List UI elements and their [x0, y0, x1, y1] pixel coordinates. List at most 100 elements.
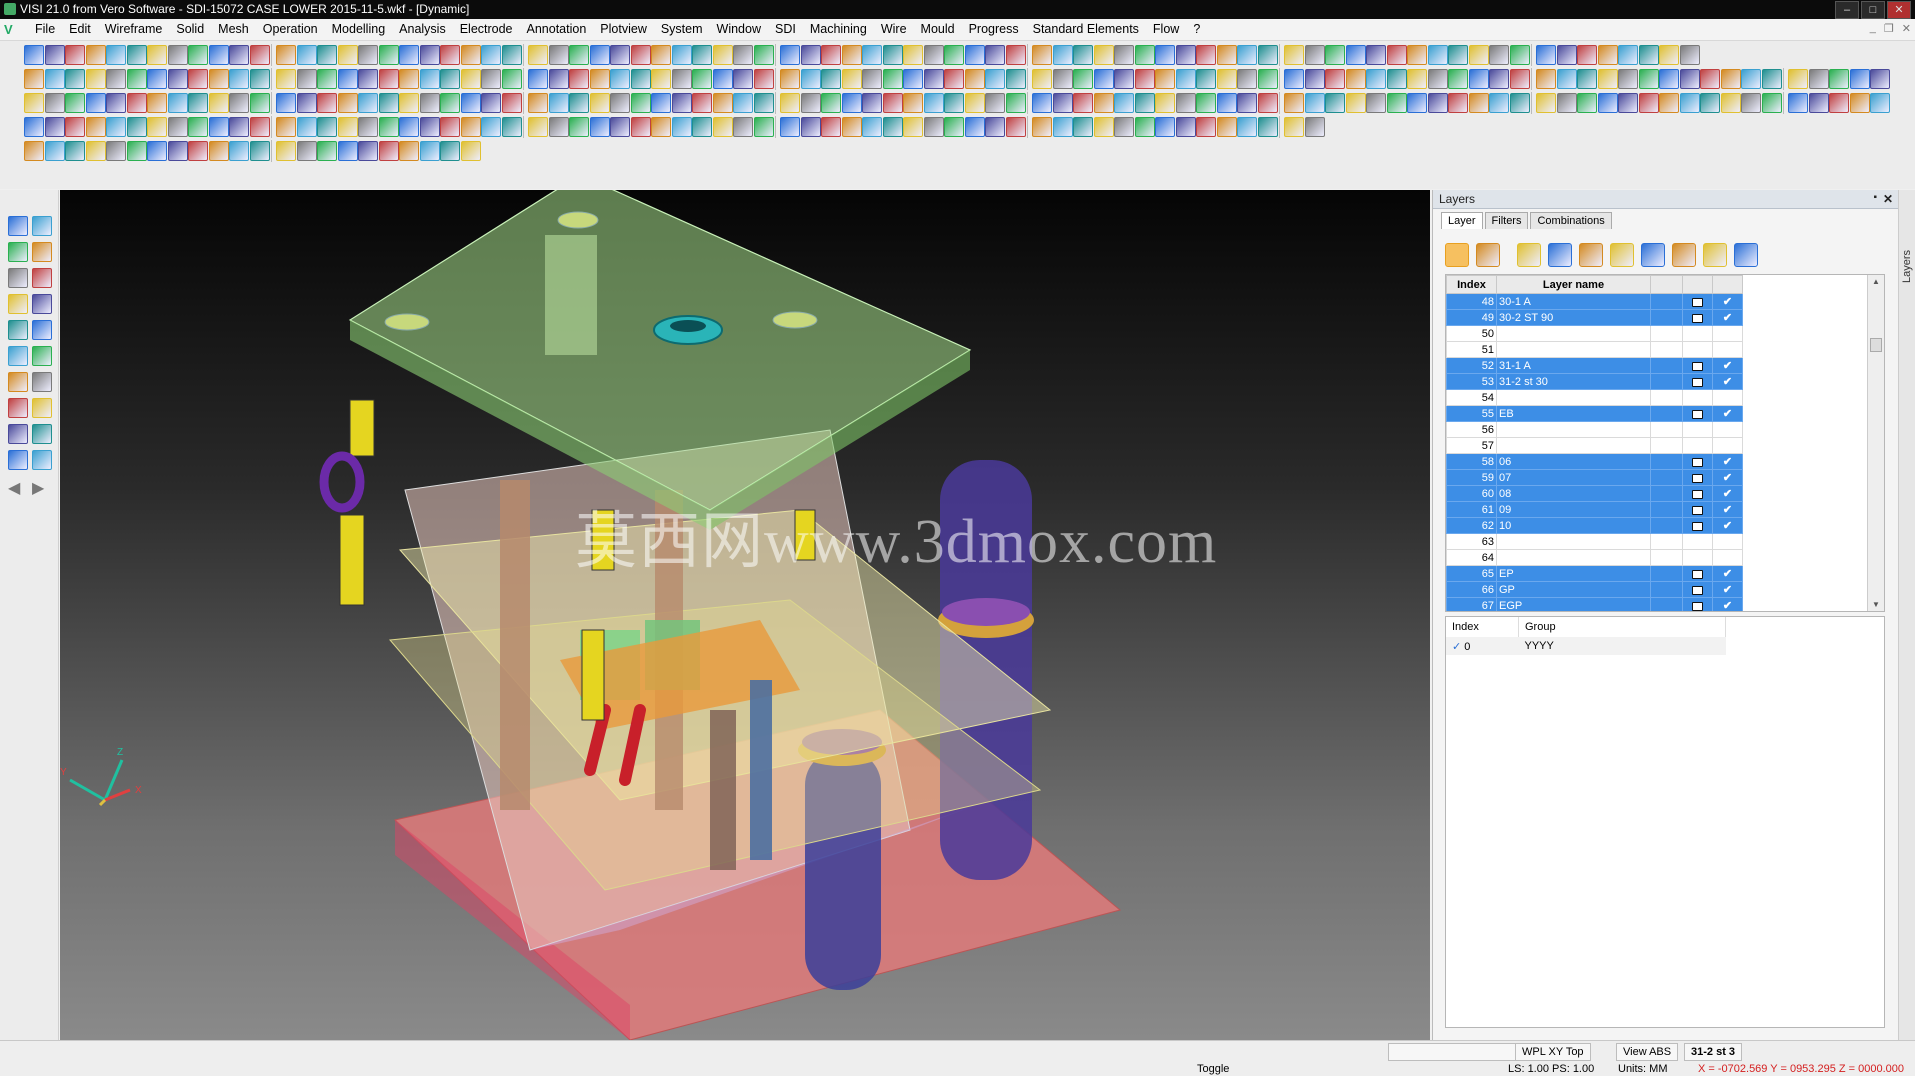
toolbar-tool-icon[interactable] [1257, 45, 1278, 65]
toolbar-tool-icon[interactable] [1304, 69, 1325, 89]
toolbar-tool-icon[interactable] [24, 93, 44, 113]
toolbar-tool-icon[interactable] [944, 69, 964, 89]
view-indicator[interactable]: View ABS [1616, 1043, 1679, 1061]
menu-item-analysis[interactable]: Analysis [392, 22, 453, 36]
toolbar-tool-icon[interactable] [1489, 45, 1509, 65]
toolbar-tool-icon[interactable] [296, 45, 317, 65]
layer-row[interactable]: 54 [1446, 389, 1867, 406]
lock-toggle[interactable] [1682, 565, 1713, 582]
toolbar-tool-icon[interactable] [1427, 45, 1448, 65]
layer-export-icon[interactable] [1672, 243, 1696, 267]
menu-item-plotview[interactable]: Plotview [593, 22, 654, 36]
menu-item-standard-elements[interactable]: Standard Elements [1026, 22, 1146, 36]
toolbar-tool-icon[interactable] [651, 69, 671, 89]
toolbar-tool-icon[interactable] [944, 93, 964, 113]
menu-item-progress[interactable]: Progress [962, 22, 1026, 36]
toolbar-tool-icon[interactable] [712, 93, 733, 113]
toolbar-tool-icon[interactable] [1618, 93, 1638, 113]
visible-check-icon[interactable]: ✔ [1712, 357, 1743, 374]
toolbar-tool-icon[interactable] [712, 45, 733, 65]
toolbar-tool-icon[interactable] [1597, 69, 1618, 89]
toolbar-tool-icon[interactable] [753, 93, 774, 113]
toolbar-tool-icon[interactable] [1597, 93, 1618, 113]
toolbar-tool-icon[interactable] [841, 45, 862, 65]
lock-toggle[interactable] [1682, 437, 1713, 454]
toolbar-tool-icon[interactable] [985, 69, 1005, 89]
toolbar-tool-icon[interactable] [630, 117, 651, 137]
toolbar-tool-icon[interactable] [1237, 93, 1257, 113]
toolbar-tool-icon[interactable] [188, 93, 208, 113]
toolbar-tool-icon[interactable] [1052, 93, 1073, 113]
layer-row[interactable]: 53 31-2 st 30 ✔ [1446, 373, 1867, 390]
toolbar-tool-icon[interactable] [985, 45, 1005, 65]
toolbar-tool-icon[interactable] [85, 141, 106, 161]
layer-row[interactable]: 65 EP ✔ [1446, 565, 1867, 582]
left-tool-icon[interactable] [32, 242, 52, 262]
toolbar-tool-icon[interactable] [481, 117, 501, 137]
toolbar-tool-icon[interactable] [1761, 93, 1782, 113]
toolbar-tool-icon[interactable] [923, 93, 944, 113]
toolbar-tool-icon[interactable] [358, 93, 378, 113]
toolbar-tool-icon[interactable] [589, 117, 610, 137]
toolbar-tool-icon[interactable] [276, 45, 296, 65]
left-tool-icon[interactable] [32, 294, 52, 314]
toolbar-tool-icon[interactable] [923, 69, 944, 89]
left-tool-icon[interactable] [32, 320, 52, 340]
toolbar-tool-icon[interactable] [1175, 45, 1196, 65]
toolbar-tool-icon[interactable] [862, 117, 882, 137]
visible-check-icon[interactable] [1712, 549, 1743, 566]
toolbar-tool-icon[interactable] [106, 93, 126, 113]
toolbar-tool-icon[interactable] [337, 93, 358, 113]
toolbar-tool-icon[interactable] [630, 69, 651, 89]
toolbar-tool-icon[interactable] [1489, 93, 1509, 113]
toolbar-tool-icon[interactable] [1427, 69, 1448, 89]
toolbar-tool-icon[interactable] [399, 117, 419, 137]
toolbar-tool-icon[interactable] [337, 141, 358, 161]
toolbar-tool-icon[interactable] [460, 93, 481, 113]
layer-grid[interactable]: Index Layer name 48 30-1 A ✔ 49 30-2 ST 90 ✔ 5… [1445, 274, 1885, 612]
toolbar-tool-icon[interactable] [501, 93, 522, 113]
layer-save-icon[interactable] [1703, 243, 1727, 267]
visible-check-icon[interactable]: ✔ [1712, 597, 1743, 611]
toolbar-tool-icon[interactable] [1345, 93, 1366, 113]
toolbar-tool-icon[interactable] [1005, 117, 1026, 137]
toolbar-tool-icon[interactable] [821, 45, 841, 65]
layer-scrollbar[interactable]: ▲ ▼ [1867, 275, 1884, 611]
toolbar-tool-icon[interactable] [65, 117, 85, 137]
toolbar-tool-icon[interactable] [882, 45, 903, 65]
toolbar-tool-icon[interactable] [501, 69, 522, 89]
toolbar-tool-icon[interactable] [167, 45, 188, 65]
left-tool-icon[interactable] [8, 424, 28, 444]
toolbar-tool-icon[interactable] [800, 69, 821, 89]
toolbar-tool-icon[interactable] [1468, 45, 1489, 65]
toolbar-tool-icon[interactable] [1489, 69, 1509, 89]
layer-filter-icon[interactable] [1641, 243, 1665, 267]
toolbar-tool-icon[interactable] [1304, 45, 1325, 65]
toolbar-tool-icon[interactable] [317, 141, 337, 161]
toolbar-tool-icon[interactable] [1134, 69, 1155, 89]
toolbar-tool-icon[interactable] [167, 93, 188, 113]
toolbar-tool-icon[interactable] [651, 45, 671, 65]
toolbar-tool-icon[interactable] [671, 45, 692, 65]
scroll-thumb[interactable] [1870, 338, 1882, 352]
lock-icon[interactable] [1692, 601, 1703, 611]
toolbar-tool-icon[interactable] [229, 141, 249, 161]
toolbar-tool-icon[interactable] [610, 117, 630, 137]
toolbar-tool-icon[interactable] [1237, 69, 1257, 89]
toolbar-tool-icon[interactable] [378, 117, 399, 137]
trash-icon[interactable] [1734, 243, 1758, 267]
toolbar-tool-icon[interactable] [1325, 69, 1345, 89]
toolbar-tool-icon[interactable] [1284, 93, 1304, 113]
toolbar-tool-icon[interactable] [1216, 117, 1237, 137]
toolbar-tool-icon[interactable] [1325, 45, 1345, 65]
toolbar-tool-icon[interactable] [1386, 93, 1407, 113]
toolbar-tool-icon[interactable] [1155, 45, 1175, 65]
toolbar-tool-icon[interactable] [1114, 69, 1134, 89]
toolbar-tool-icon[interactable] [276, 69, 296, 89]
tab-combinations[interactable]: Combinations [1530, 212, 1612, 229]
toolbar-tool-icon[interactable] [24, 45, 44, 65]
toolbar-tool-icon[interactable] [167, 141, 188, 161]
toolbar-tool-icon[interactable] [1134, 45, 1155, 65]
toolbar-tool-icon[interactable] [440, 93, 460, 113]
toolbar-tool-icon[interactable] [1700, 69, 1720, 89]
